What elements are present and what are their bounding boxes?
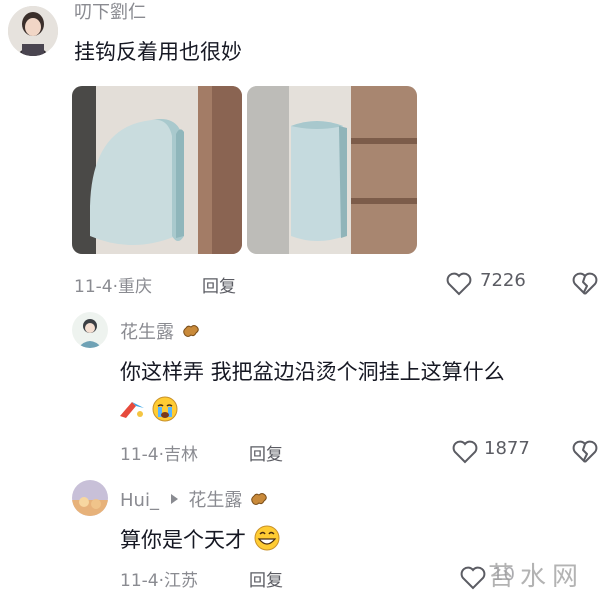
comment-image[interactable] [247, 86, 417, 254]
dislike-button[interactable] [572, 272, 598, 296]
comment-location: 重庆 [118, 277, 152, 297]
heart-icon [446, 272, 472, 296]
broken-heart-icon [572, 440, 598, 464]
reply-arrow-icon [169, 489, 179, 510]
avatar[interactable] [72, 312, 108, 348]
username[interactable]: Hui_ 花生露 [120, 486, 270, 514]
comment-date: 11-4 [120, 571, 159, 591]
comment-text: 你这样弄 我把盆边沿烫个洞挂上这算什么 [120, 360, 505, 384]
broken-heart-icon [572, 272, 598, 296]
comment-date: 11-4 [74, 277, 113, 297]
watermark: 苔水网 [488, 562, 585, 592]
comment-text: 算你是个天才 [120, 524, 281, 556]
username[interactable]: 花生露 [120, 318, 202, 346]
comment-date: 11-4 [120, 445, 159, 465]
username[interactable]: 叨下劉仁 [74, 0, 146, 24]
comment-text-content: 算你是个天才 [120, 528, 246, 552]
reply-button[interactable]: 回复 [249, 566, 283, 591]
comment-location: 江苏 [164, 571, 198, 591]
username-text: Hui_ [120, 490, 159, 511]
reply-button[interactable]: 回复 [249, 440, 283, 465]
reply-to-username[interactable]: 花生露 [188, 490, 242, 511]
username-text: 花生露 [120, 322, 174, 343]
comment-meta: 11-4·江苏 [120, 566, 198, 591]
crying-emoji-icon [151, 396, 179, 426]
dislike-button[interactable] [572, 440, 598, 464]
reply-button[interactable]: 回复 [202, 272, 236, 297]
comment-image[interactable] [72, 86, 242, 254]
heart-icon [460, 566, 486, 590]
emoji-row [118, 396, 179, 426]
peanut-icon [180, 321, 202, 346]
comment-meta: 11-4·重庆 [74, 272, 152, 297]
like-count: 7226 [480, 270, 526, 291]
peanut-icon [248, 489, 270, 514]
heart-icon [452, 440, 478, 464]
avatar[interactable] [8, 6, 58, 56]
grin-emoji-icon [253, 525, 281, 556]
comment-meta: 11-4·吉林 [120, 440, 198, 465]
comment-text: 挂钩反着用也很妙 [74, 40, 242, 64]
avatar[interactable] [72, 480, 108, 516]
sticker-icon [118, 398, 146, 426]
comment-location: 吉林 [164, 445, 198, 465]
like-count: 1877 [484, 438, 530, 459]
